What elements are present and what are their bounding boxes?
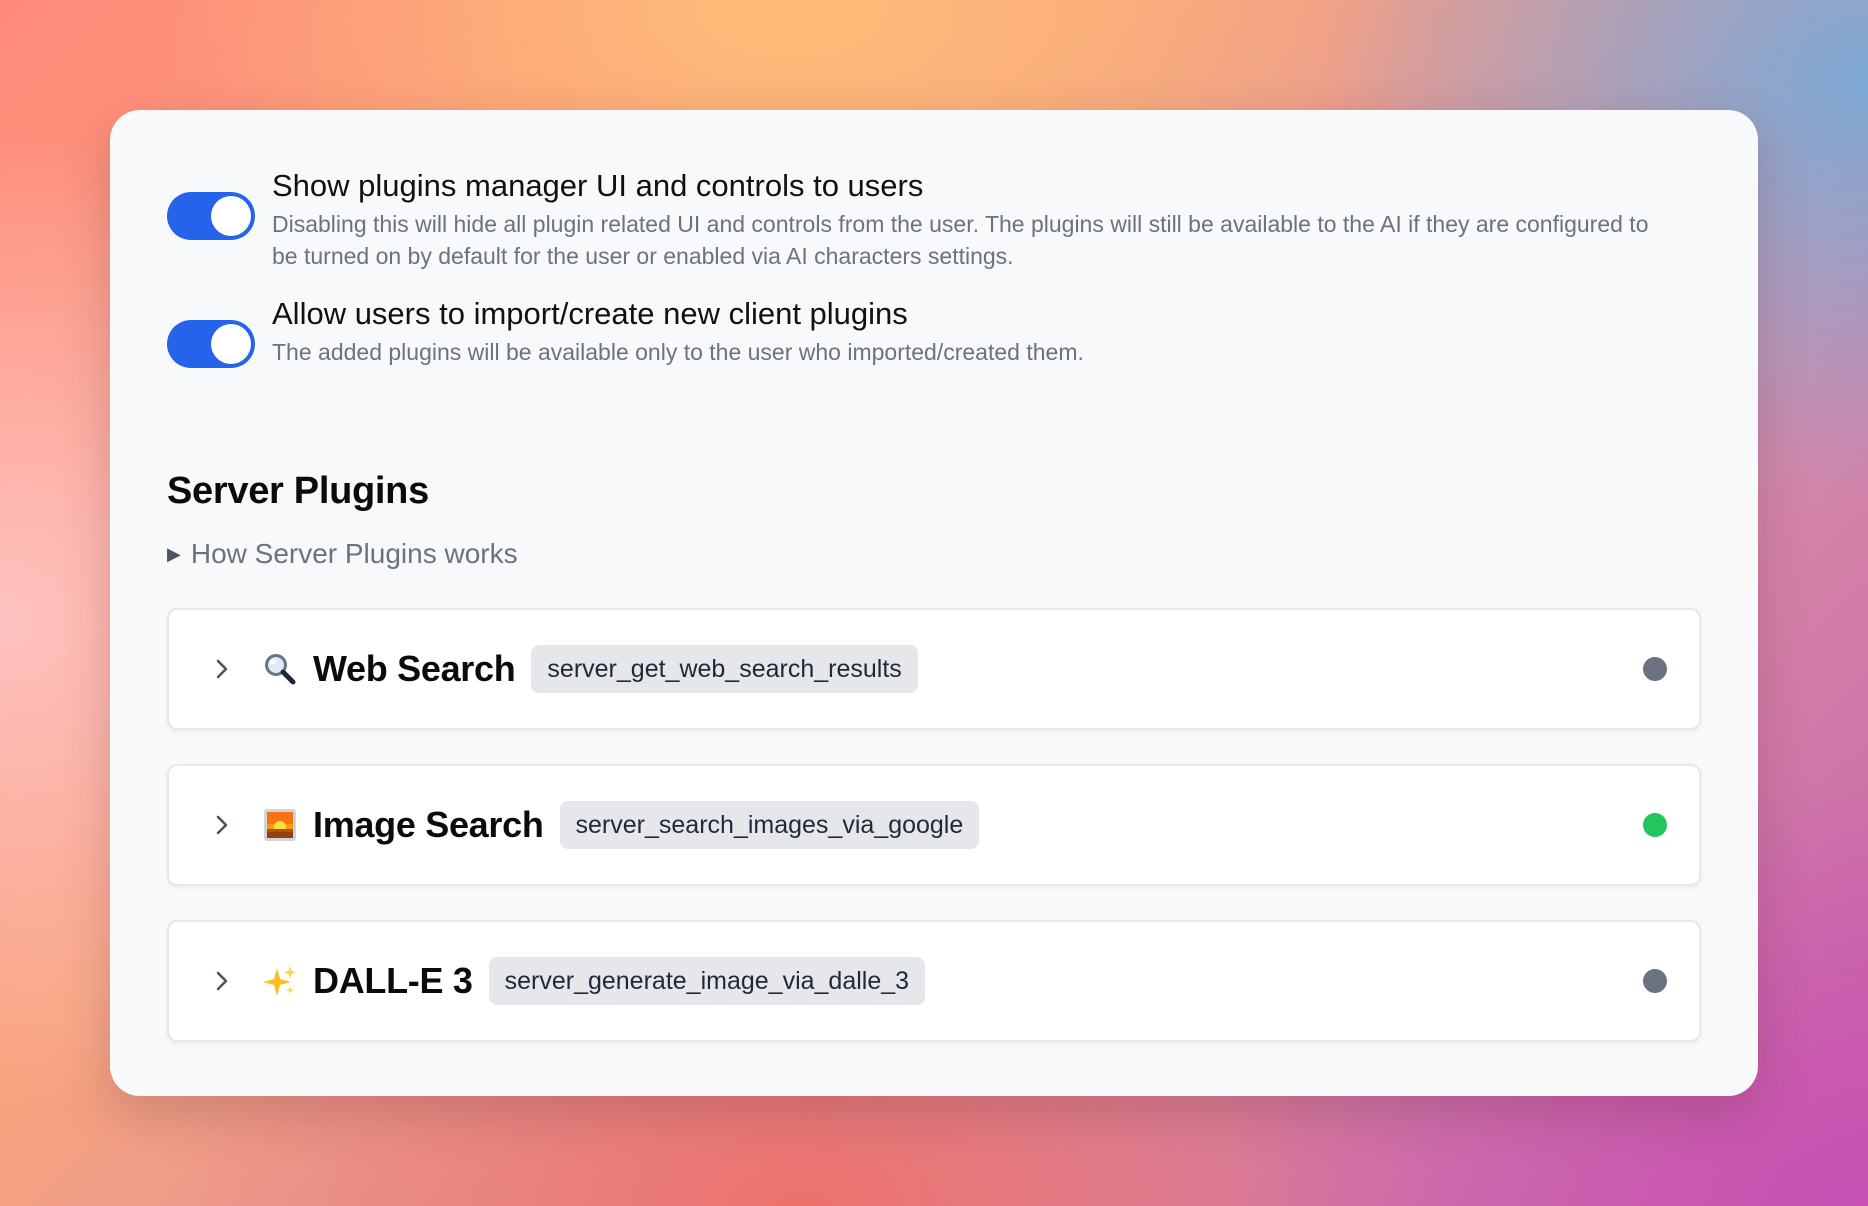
plugin-name: Image Search <box>313 804 544 845</box>
chevron-right-icon[interactable] <box>211 970 233 992</box>
toggle-knob <box>211 324 251 364</box>
chevron-right-icon[interactable] <box>211 658 233 680</box>
plugin-card-image-search[interactable]: Image Search server_search_images_via_go… <box>167 764 1701 886</box>
function-name-badge: server_generate_image_via_dalle_3 <box>488 957 926 1005</box>
setting-description: The added plugins will be available only… <box>272 339 1084 365</box>
magnifying-glass-icon <box>261 650 299 688</box>
chevron-right-icon[interactable] <box>211 814 233 836</box>
setting-text: Allow users to import/create new client … <box>272 294 1662 368</box>
triangle-right-icon: ▶ <box>167 543 181 564</box>
setting-show-plugins-ui: Show plugins manager UI and controls to … <box>167 166 1662 272</box>
show-plugins-ui-toggle[interactable] <box>167 192 255 240</box>
sunrise-image-icon <box>261 806 299 844</box>
plugin-card-web-search[interactable]: Web Search server_get_web_search_results <box>167 608 1701 730</box>
setting-text: Show plugins manager UI and controls to … <box>272 166 1662 272</box>
setting-title: Allow users to import/create new client … <box>272 296 908 331</box>
sparkles-icon <box>261 962 299 1000</box>
status-indicator-inactive <box>1643 657 1667 681</box>
setting-title: Show plugins manager UI and controls to … <box>272 168 924 203</box>
how-server-plugins-works-toggle[interactable]: ▶ How Server Plugins works <box>167 538 518 570</box>
plugins-settings-panel: Show plugins manager UI and controls to … <box>110 110 1758 1096</box>
plugin-name: Web Search <box>313 648 516 689</box>
function-name-badge: server_get_web_search_results <box>531 645 918 693</box>
status-indicator-inactive <box>1643 969 1667 993</box>
setting-allow-client-plugins: Allow users to import/create new client … <box>167 294 1662 368</box>
function-name-badge: server_search_images_via_google <box>559 801 980 849</box>
toggle-knob <box>211 196 251 236</box>
plugin-card-dalle-3[interactable]: DALL-E 3 server_generate_image_via_dalle… <box>167 920 1701 1042</box>
plugin-name: DALL-E 3 <box>313 960 473 1001</box>
status-indicator-active <box>1643 813 1667 837</box>
details-summary-label: How Server Plugins works <box>190 538 518 569</box>
setting-description: Disabling this will hide all plugin rela… <box>272 211 1649 269</box>
allow-client-plugins-toggle[interactable] <box>167 320 255 368</box>
section-title: Server Plugins <box>167 470 429 512</box>
